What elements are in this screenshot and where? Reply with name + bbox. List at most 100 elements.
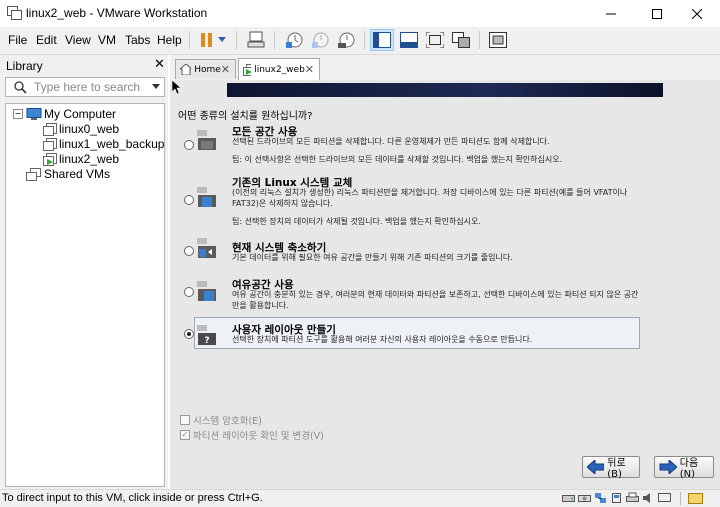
sound-icon[interactable] xyxy=(642,492,655,504)
tab-home-label: Home xyxy=(194,64,221,75)
tree-collapse-toggle[interactable]: − xyxy=(13,109,23,119)
pause-icon xyxy=(201,33,212,47)
title-bar: linux2_web - VMware Workstation xyxy=(0,0,720,27)
menu-file[interactable]: File xyxy=(8,33,27,47)
menu-toolbar: File Edit View VM Tabs Help xyxy=(0,27,720,55)
toolbar-separator xyxy=(236,31,237,49)
status-separator xyxy=(680,492,681,505)
option-custom-layout-radio[interactable] xyxy=(184,329,194,339)
printer-icon[interactable] xyxy=(626,492,639,504)
tab-linux2-web[interactable]: linux2_web ✕ xyxy=(238,58,320,80)
display-icon[interactable] xyxy=(658,492,671,504)
library-view-icon xyxy=(373,32,391,48)
revert-snapshot-icon xyxy=(312,32,329,48)
vm-running-icon xyxy=(43,153,57,166)
cdrom-icon[interactable] xyxy=(578,492,591,504)
fullscreen-icon xyxy=(426,32,444,48)
status-bar: To direct input to this VM, click inside… xyxy=(0,489,720,507)
send-ctrl-alt-del-button[interactable] xyxy=(244,29,268,51)
library-panel: Library ✕ − My Computer linux0_web linux… xyxy=(0,55,168,489)
mouse-cursor-icon xyxy=(172,80,181,94)
minimize-icon xyxy=(606,13,616,14)
vm-icon xyxy=(43,123,57,136)
snapshot-icon xyxy=(286,32,303,48)
option-use-free-space-desc-2: 만을 활용합니다. xyxy=(232,301,289,310)
vmware-app-icon xyxy=(7,6,22,20)
option-use-free-space-radio[interactable] xyxy=(184,287,194,297)
tree-node-my-computer[interactable]: My Computer xyxy=(44,107,116,121)
disk-shrink-icon xyxy=(197,238,216,258)
library-view-button[interactable] xyxy=(370,29,394,51)
vm-running-icon xyxy=(243,63,252,76)
back-arrow-icon xyxy=(587,460,605,474)
option-use-all-space-desc: 선택된 드라이브의 모든 파티션을 삭제합니다. 다른 운영체제가 만든 파티션… xyxy=(232,137,550,146)
svg-text:?: ? xyxy=(204,336,209,346)
revert-snapshot-button[interactable] xyxy=(308,29,332,51)
disk-erase-all-icon xyxy=(197,130,216,150)
status-text: To direct input to this VM, click inside… xyxy=(2,492,263,504)
installer-banner xyxy=(227,83,663,97)
home-icon xyxy=(180,64,192,75)
console-view-button[interactable] xyxy=(397,29,421,51)
minimize-button[interactable] xyxy=(588,0,634,27)
take-snapshot-button[interactable] xyxy=(282,29,306,51)
shared-vms-icon xyxy=(26,168,41,181)
snapshot-manager-button[interactable] xyxy=(334,29,358,51)
tab-linux2-web-label: linux2_web xyxy=(254,64,305,75)
tree-node-linux0-web[interactable]: linux0_web xyxy=(59,122,119,136)
menu-edit[interactable]: Edit xyxy=(36,33,57,47)
hdd-icon[interactable] xyxy=(562,492,575,504)
library-search-input[interactable] xyxy=(34,79,144,95)
network-icon[interactable] xyxy=(594,492,607,504)
next-button[interactable]: 다음(N) xyxy=(654,456,714,480)
dropdown-icon xyxy=(218,37,226,42)
search-icon xyxy=(14,81,27,94)
computer-icon xyxy=(26,108,42,120)
option-replace-linux-desc-1: (이전의 리눅스 설치가 생성한) 리눅스 파티션만을 제거합니다. 저장 디바… xyxy=(232,188,628,197)
option-replace-linux-tip: 팁: 선택한 장치의 데이터가 삭제될 것입니다. 백업을 했는지 확인하십시오… xyxy=(232,217,481,226)
option-use-all-space-radio[interactable] xyxy=(184,140,194,150)
tree-node-linux1-web-backup[interactable]: linux1_web_backup xyxy=(59,137,164,151)
review-layout-checkbox[interactable]: ✓ xyxy=(180,430,190,440)
vm-icon xyxy=(43,138,57,151)
tab-home-close-icon[interactable]: ✕ xyxy=(221,63,230,76)
menu-vm[interactable]: VM xyxy=(98,33,116,47)
usb-icon[interactable] xyxy=(610,492,623,504)
unity-icon xyxy=(452,32,470,48)
tab-home[interactable]: Home ✕ xyxy=(175,59,236,79)
close-icon xyxy=(692,8,702,19)
option-replace-linux-radio[interactable] xyxy=(184,195,194,205)
review-layout-label: 파티션 레이아웃 확인 및 변경(V) xyxy=(193,431,324,442)
tree-node-shared-vms[interactable]: Shared VMs xyxy=(44,167,110,181)
window-title: linux2_web - VMware Workstation xyxy=(26,6,208,20)
thumbnail-view-button[interactable] xyxy=(486,29,510,51)
maximize-icon xyxy=(652,8,662,19)
menu-help[interactable]: Help xyxy=(157,33,182,47)
menu-tabs[interactable]: Tabs xyxy=(125,33,150,47)
back-button[interactable]: 뒤로(B) xyxy=(582,456,640,480)
option-custom-layout-desc: 선택한 장치에 파티션 도구를 활용해 여러분 자신의 사용자 레이아웃을 수동… xyxy=(232,335,533,344)
library-tree: − My Computer linux0_web linux1_web_back… xyxy=(5,103,165,487)
fullscreen-button[interactable] xyxy=(423,29,447,51)
menu-view[interactable]: View xyxy=(65,33,91,47)
encrypt-system-label: 시스템 암호화(E) xyxy=(193,416,262,427)
console-view-icon xyxy=(400,32,418,48)
toolbar-separator xyxy=(274,31,275,49)
close-window-button[interactable] xyxy=(674,0,720,27)
disk-custom-layout-icon: ? xyxy=(197,325,216,346)
library-title: Library xyxy=(6,59,43,73)
search-dropdown-icon[interactable] xyxy=(152,84,160,90)
unity-button[interactable] xyxy=(449,29,473,51)
power-dropdown-button[interactable] xyxy=(214,29,230,51)
message-icon[interactable] xyxy=(688,492,703,504)
library-close-button[interactable]: ✕ xyxy=(154,57,165,72)
encrypt-system-checkbox[interactable] xyxy=(180,415,190,425)
tab-linux2-web-close-icon[interactable]: ✕ xyxy=(305,63,314,76)
toolbar-separator xyxy=(364,31,365,49)
disk-free-space-icon xyxy=(197,281,216,301)
option-shrink-system-radio[interactable] xyxy=(184,246,194,256)
option-use-free-space-desc-1: 여유 공간이 충분히 있는 경우, 여러분의 현재 데이터와 파티션을 보존하고… xyxy=(232,290,639,299)
next-arrow-icon xyxy=(659,460,677,474)
vm-console[interactable]: 어떤 종류의 설치를 원하십니까? 모든 공간 사용 선택된 드라이브의 모든 … xyxy=(170,80,720,489)
tree-node-linux2-web[interactable]: linux2_web xyxy=(59,152,119,166)
